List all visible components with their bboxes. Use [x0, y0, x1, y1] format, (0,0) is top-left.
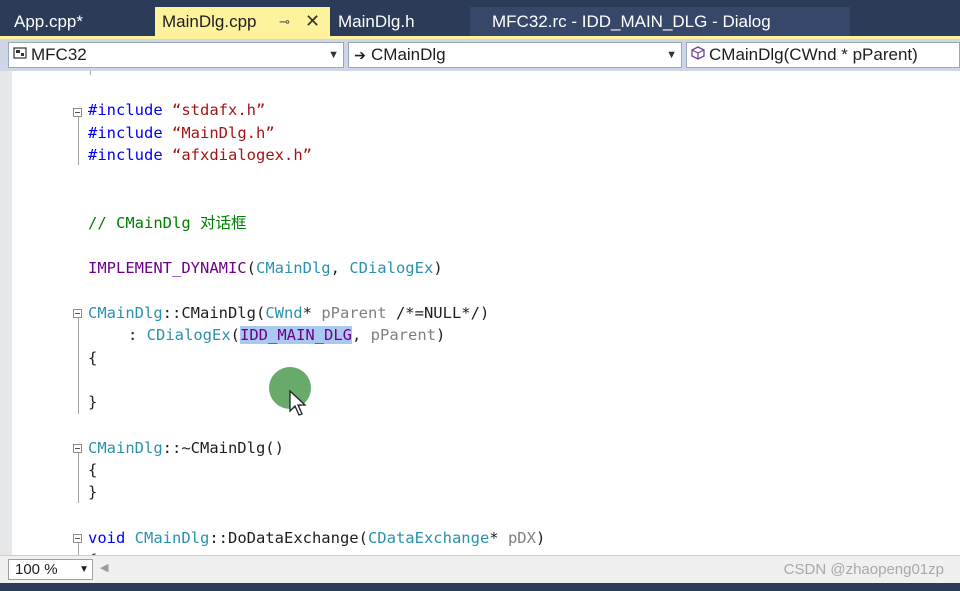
code-token: CMainDlg — [88, 439, 163, 457]
code-token: “MainDlg.h” — [172, 124, 275, 142]
project-value: MFC32 — [31, 45, 87, 64]
watermark-text: CSDN @zhaopeng01zp — [783, 561, 944, 578]
code-token: “afxdialogex.h” — [172, 146, 312, 164]
tab-label: App.cpp* — [14, 12, 83, 31]
code-line: CMainDlg::~CMainDlg() — [88, 437, 284, 459]
code-token: CDataExchange — [367, 529, 490, 547]
code-line: #include “afxdialogex.h” — [88, 144, 312, 166]
code-line: } — [88, 393, 98, 411]
tab-maindlg-cpp[interactable]: MainDlg.cpp ⊸ ✕ — [155, 7, 330, 36]
collapse-icon[interactable] — [73, 444, 82, 453]
code-token: /*=NULL*/) — [386, 304, 490, 322]
zoom-value: 100 % — [15, 561, 58, 578]
collapse-icon[interactable] — [73, 309, 82, 318]
code-line: IMPLEMENT_DYNAMIC(CMainDlg, CDialogEx) — [88, 257, 443, 279]
window-bottom-border — [0, 583, 960, 591]
code-line: { — [88, 461, 98, 479]
code-line: #include “MainDlg.h” — [88, 122, 275, 144]
code-token: ( — [230, 326, 241, 344]
project-dropdown[interactable]: MFC32 ▼ — [8, 42, 344, 68]
arrow-right-icon: ➔ — [354, 47, 366, 63]
code-line: { — [88, 349, 98, 367]
collapse-icon[interactable] — [73, 108, 82, 117]
zoom-dropdown[interactable]: 100 % ▼ — [8, 559, 93, 580]
class-scope-dropdown[interactable]: ➔ CMainDlg ▼ — [348, 42, 682, 68]
code-token: ::CMainDlg( — [162, 304, 266, 322]
close-icon[interactable]: ✕ — [305, 7, 320, 36]
code-token: * — [489, 529, 508, 547]
code-token: CDialogEx — [349, 259, 434, 277]
code-token: : — [128, 326, 147, 344]
chevron-down-icon[interactable]: ▼ — [328, 43, 339, 67]
tab-mfc32-rc-dialog[interactable]: MFC32.rc - IDD_MAIN_DLG - Dialog — [470, 7, 850, 36]
code-token: ( — [246, 259, 256, 277]
code-token: ) — [436, 326, 446, 344]
class-scope-value: CMainDlg — [371, 45, 446, 64]
code-token: IMPLEMENT_DYNAMIC — [88, 259, 247, 277]
code-token: ::~CMainDlg() — [162, 439, 284, 457]
code-token: void — [88, 529, 126, 547]
code-token: #include — [88, 124, 163, 142]
code-token: pDX — [507, 529, 536, 547]
tab-label: MainDlg.h — [338, 12, 415, 31]
outline-guide — [78, 453, 79, 503]
outline-guide — [78, 117, 79, 165]
member-value: CMainDlg(CWnd * pParent) — [709, 45, 918, 64]
code-token: pParent — [321, 304, 387, 322]
chevron-down-icon[interactable]: ▼ — [666, 43, 677, 67]
code-token: ) — [535, 529, 546, 547]
collapse-icon[interactable] — [73, 534, 82, 543]
code-editor[interactable]: #include “stdafx.h” #include “MainDlg.h”… — [0, 71, 960, 555]
scroll-left-icon[interactable]: ◀ — [100, 561, 108, 574]
indicator-margin — [0, 71, 12, 555]
code-token: “stdafx.h” — [172, 101, 266, 119]
tab-maindlg-h[interactable]: MainDlg.h — [330, 7, 470, 36]
outline-guide — [78, 318, 79, 414]
code-token: pParent — [370, 326, 436, 344]
code-line: #include “stdafx.h” — [88, 99, 265, 121]
tab-label: MainDlg.cpp — [162, 12, 257, 31]
code-token: ::DoDataExchange( — [209, 529, 368, 547]
method-cube-icon — [687, 43, 709, 67]
code-token: , — [352, 326, 371, 344]
member-dropdown[interactable]: CMainDlg(CWnd * pParent) — [686, 42, 960, 68]
code-token: ) — [433, 259, 443, 277]
code-token: CDialogEx — [146, 326, 231, 344]
code-token: * — [302, 304, 322, 322]
editor-status-bar: 100 % ▼ ◀ CSDN @zhaopeng01zp — [0, 555, 960, 583]
code-token: #include — [88, 101, 163, 119]
pin-icon[interactable]: ⊸ — [279, 7, 290, 36]
code-line: : CDialogEx(IDD_MAIN_DLG, pParent) — [128, 324, 445, 346]
project-icon — [9, 43, 31, 67]
tab-label: MFC32.rc - IDD_MAIN_DLG - Dialog — [492, 12, 771, 31]
code-token: CMainDlg — [134, 529, 210, 547]
outline-guide — [90, 71, 91, 75]
code-comment: // CMainDlg 对话框 — [88, 214, 247, 232]
code-token: , — [330, 259, 350, 277]
navigation-bar: MFC32 ▼ ➔ CMainDlg ▼ CMainDlg(CWnd * pPar… — [0, 39, 960, 71]
mouse-pointer-icon — [289, 389, 307, 416]
code-token: CMainDlg — [88, 304, 163, 322]
document-tab-strip: App.cpp* MainDlg.cpp ⊸ ✕ MainDlg.h MFC32… — [0, 0, 960, 36]
code-token: #include — [88, 146, 163, 164]
code-token: CWnd — [265, 304, 303, 322]
tab-app-cpp[interactable]: App.cpp* — [0, 7, 150, 36]
outline-guide — [78, 543, 79, 555]
code-line: } — [88, 483, 98, 501]
code-line: void CMainDlg::DoDataExchange(CDataExcha… — [88, 527, 545, 549]
chevron-down-icon[interactable]: ▼ — [79, 560, 89, 579]
selected-identifier[interactable]: IDD_MAIN_DLG — [240, 326, 352, 344]
code-token: CMainDlg — [255, 259, 331, 277]
code-line: CMainDlg::CMainDlg(CWnd* pParent /*=NULL… — [88, 302, 489, 324]
